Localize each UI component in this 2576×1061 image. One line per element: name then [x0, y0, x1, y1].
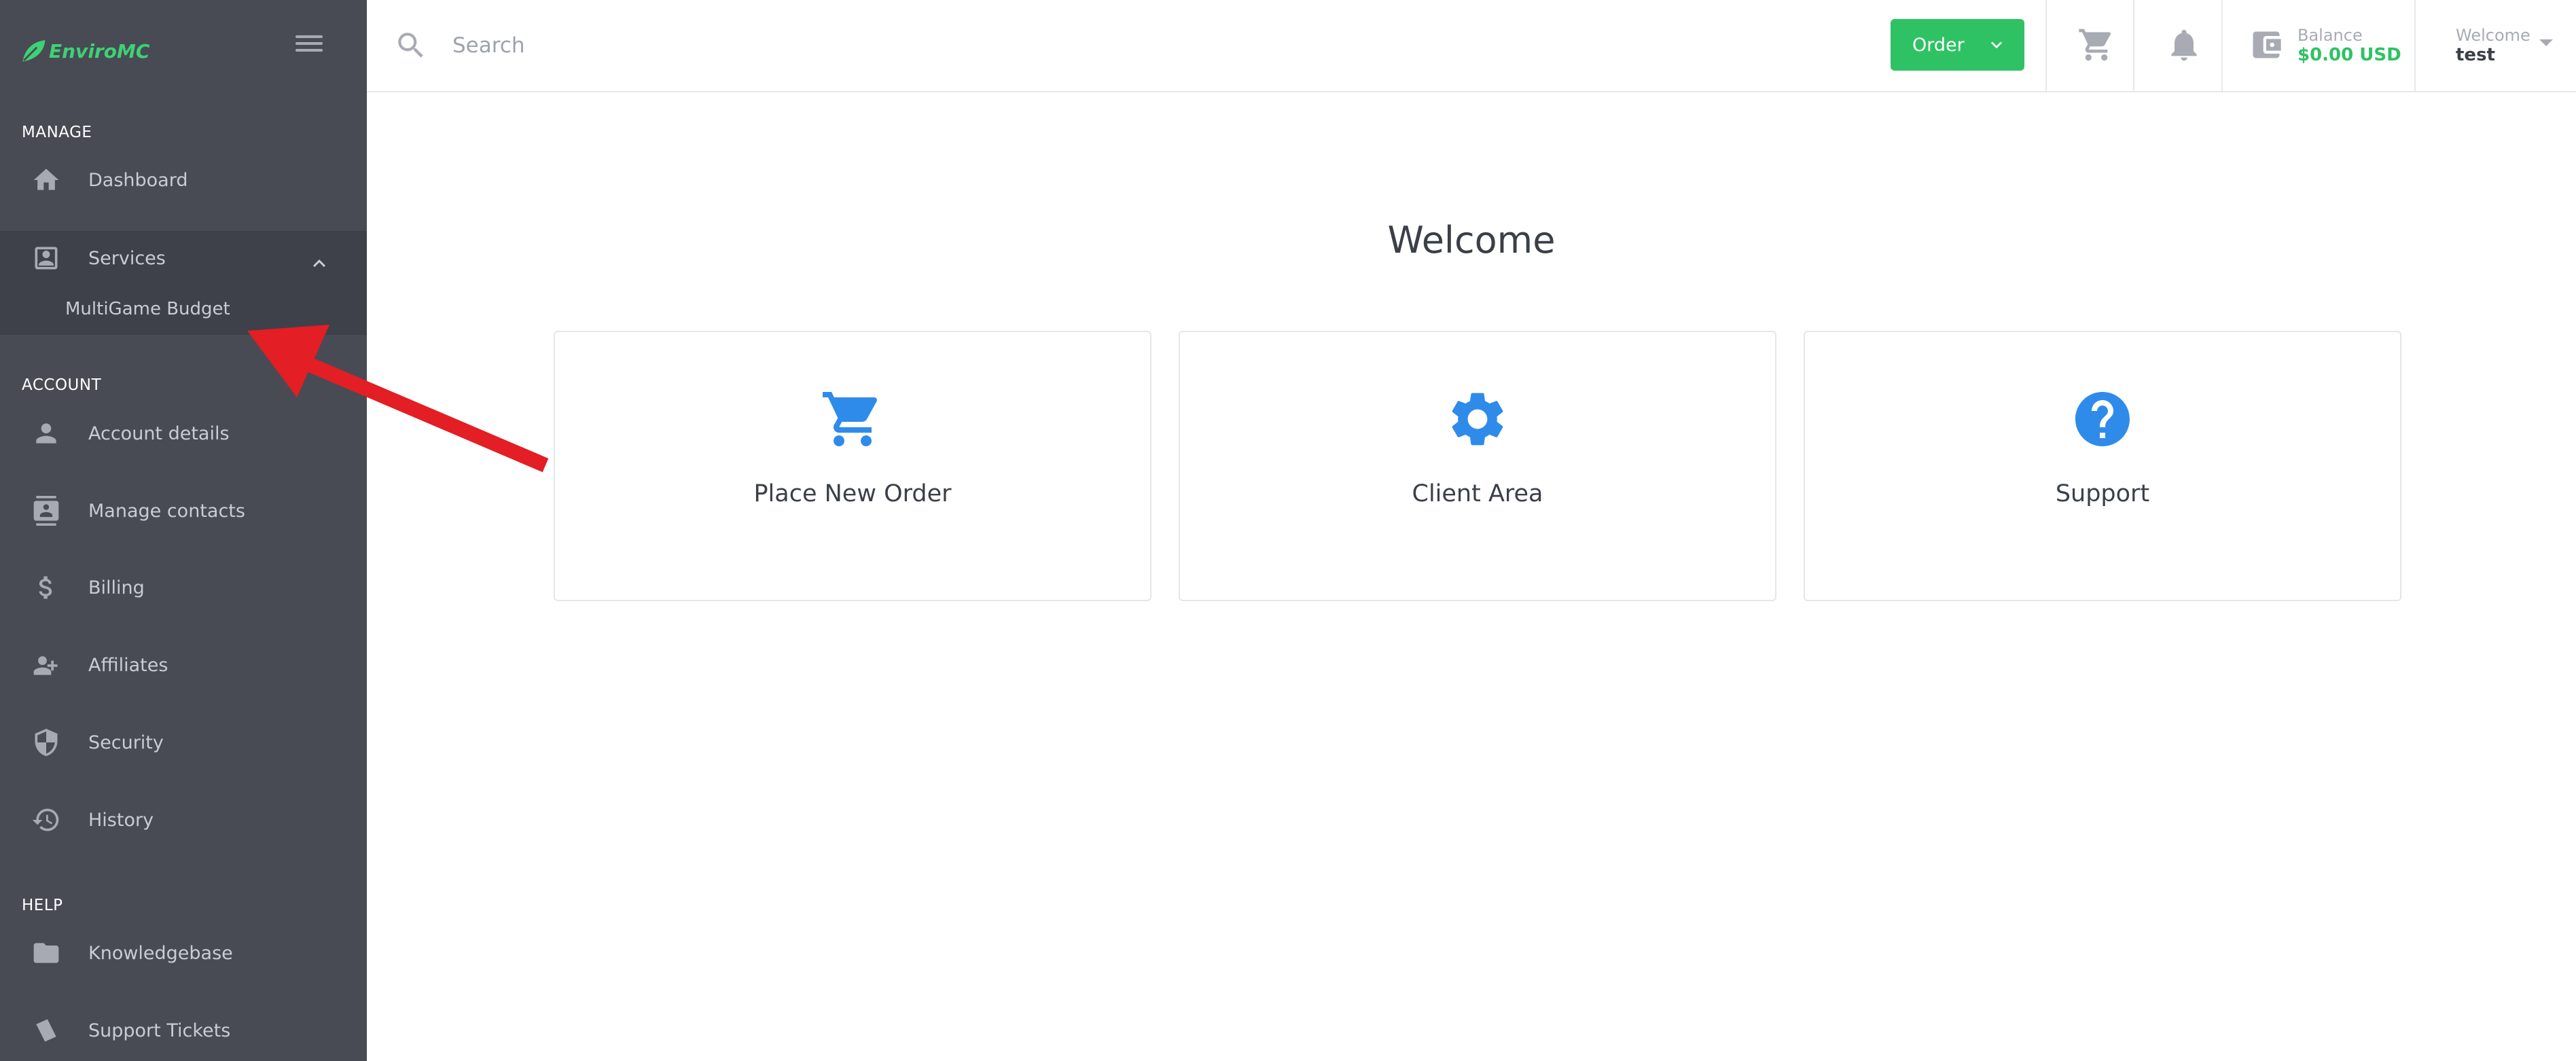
chevron-down-icon — [1991, 41, 2002, 49]
shield-icon — [30, 726, 62, 759]
section-account: ACCOUNT — [22, 376, 102, 394]
person-icon — [30, 417, 62, 450]
welcome-label: Welcome — [2456, 26, 2530, 45]
wallet-icon — [2249, 27, 2284, 62]
brand-logo[interactable]: EnviroMC — [19, 33, 149, 69]
divider — [2133, 0, 2134, 92]
leaf-icon — [22, 40, 46, 62]
sidebar-item-billing[interactable]: Billing — [0, 557, 367, 618]
contacts-icon — [30, 494, 62, 527]
ticket-icon — [30, 1014, 62, 1047]
divider — [2414, 0, 2416, 92]
sidebar-item-label: Affiliates — [88, 654, 168, 676]
sidebar-item-security[interactable]: Security — [0, 712, 367, 773]
home-icon — [30, 164, 62, 196]
sidebar-item-affiliates[interactable]: Affiliates — [0, 634, 367, 696]
sidebar: EnviroMC MANAGE Dashboard Services Multi… — [0, 0, 367, 1061]
balance-label: Balance — [2297, 26, 2363, 45]
topbar: Order Balance $0.00 USD Welcome test — [367, 0, 2576, 92]
sidebar-item-support-tickets[interactable]: Support Tickets — [0, 1000, 367, 1061]
account-box-icon — [30, 242, 62, 274]
sidebar-item-history[interactable]: History — [0, 789, 367, 850]
sidebar-item-account-details[interactable]: Account details — [0, 403, 367, 464]
chevron-up-icon[interactable] — [307, 251, 332, 276]
section-manage: MANAGE — [22, 124, 92, 141]
sidebar-item-label: Support Tickets — [88, 1020, 231, 1041]
help-circle-icon — [1805, 386, 2400, 454]
dollar-icon — [30, 571, 62, 604]
group-add-icon — [30, 649, 62, 681]
support-card[interactable]: Support — [1804, 331, 2401, 601]
sidebar-item-label: Account details — [88, 422, 230, 444]
balance-value: $0.00 USD — [2297, 45, 2401, 65]
sidebar-item-label: Knowledgebase — [88, 942, 233, 964]
sidebar-item-knowledgebase[interactable]: Knowledgebase — [0, 922, 367, 984]
page-title: Welcome — [1387, 219, 1556, 262]
sidebar-item-label: Dashboard — [88, 169, 188, 191]
sidebar-item-manage-contacts[interactable]: Manage contacts — [0, 480, 367, 541]
divider — [2221, 0, 2223, 92]
section-help: HELP — [22, 897, 63, 914]
client-area-card[interactable]: Client Area — [1179, 331, 1776, 601]
card-label: Client Area — [1412, 480, 1543, 507]
sidebar-item-label: Security — [88, 732, 164, 753]
place-new-order-card[interactable]: Place New Order — [554, 331, 1151, 601]
divider — [2045, 0, 2047, 92]
menu-icon[interactable] — [292, 31, 326, 58]
caret-down-icon[interactable] — [2539, 39, 2553, 46]
card-label: Support — [2055, 480, 2150, 507]
folder-icon — [30, 937, 62, 969]
sidebar-item-label: Billing — [88, 577, 145, 598]
user-name: test — [2456, 45, 2495, 65]
card-label: Place New Order — [753, 480, 952, 507]
sidebar-item-dashboard[interactable]: Dashboard — [0, 149, 367, 211]
bell-icon[interactable] — [2165, 26, 2203, 64]
gear-icon — [1180, 386, 1775, 454]
sidebar-item-label: History — [88, 809, 154, 831]
cart-icon[interactable] — [2077, 26, 2115, 64]
sidebar-subitem-multigame-budget[interactable]: MultiGame Budget — [65, 299, 230, 319]
sidebar-item-label: Manage contacts — [88, 500, 245, 522]
brand-name: EnviroMC — [49, 39, 150, 62]
search-input[interactable] — [452, 26, 1200, 65]
history-icon — [30, 804, 62, 836]
cart-icon — [555, 386, 1150, 454]
search-icon — [394, 29, 428, 62]
user-menu[interactable]: Welcome test — [2456, 20, 2571, 75]
sidebar-item-label: Services — [88, 247, 166, 269]
order-button[interactable]: Order — [1891, 19, 2024, 71]
order-button-label: Order — [1912, 34, 1965, 56]
